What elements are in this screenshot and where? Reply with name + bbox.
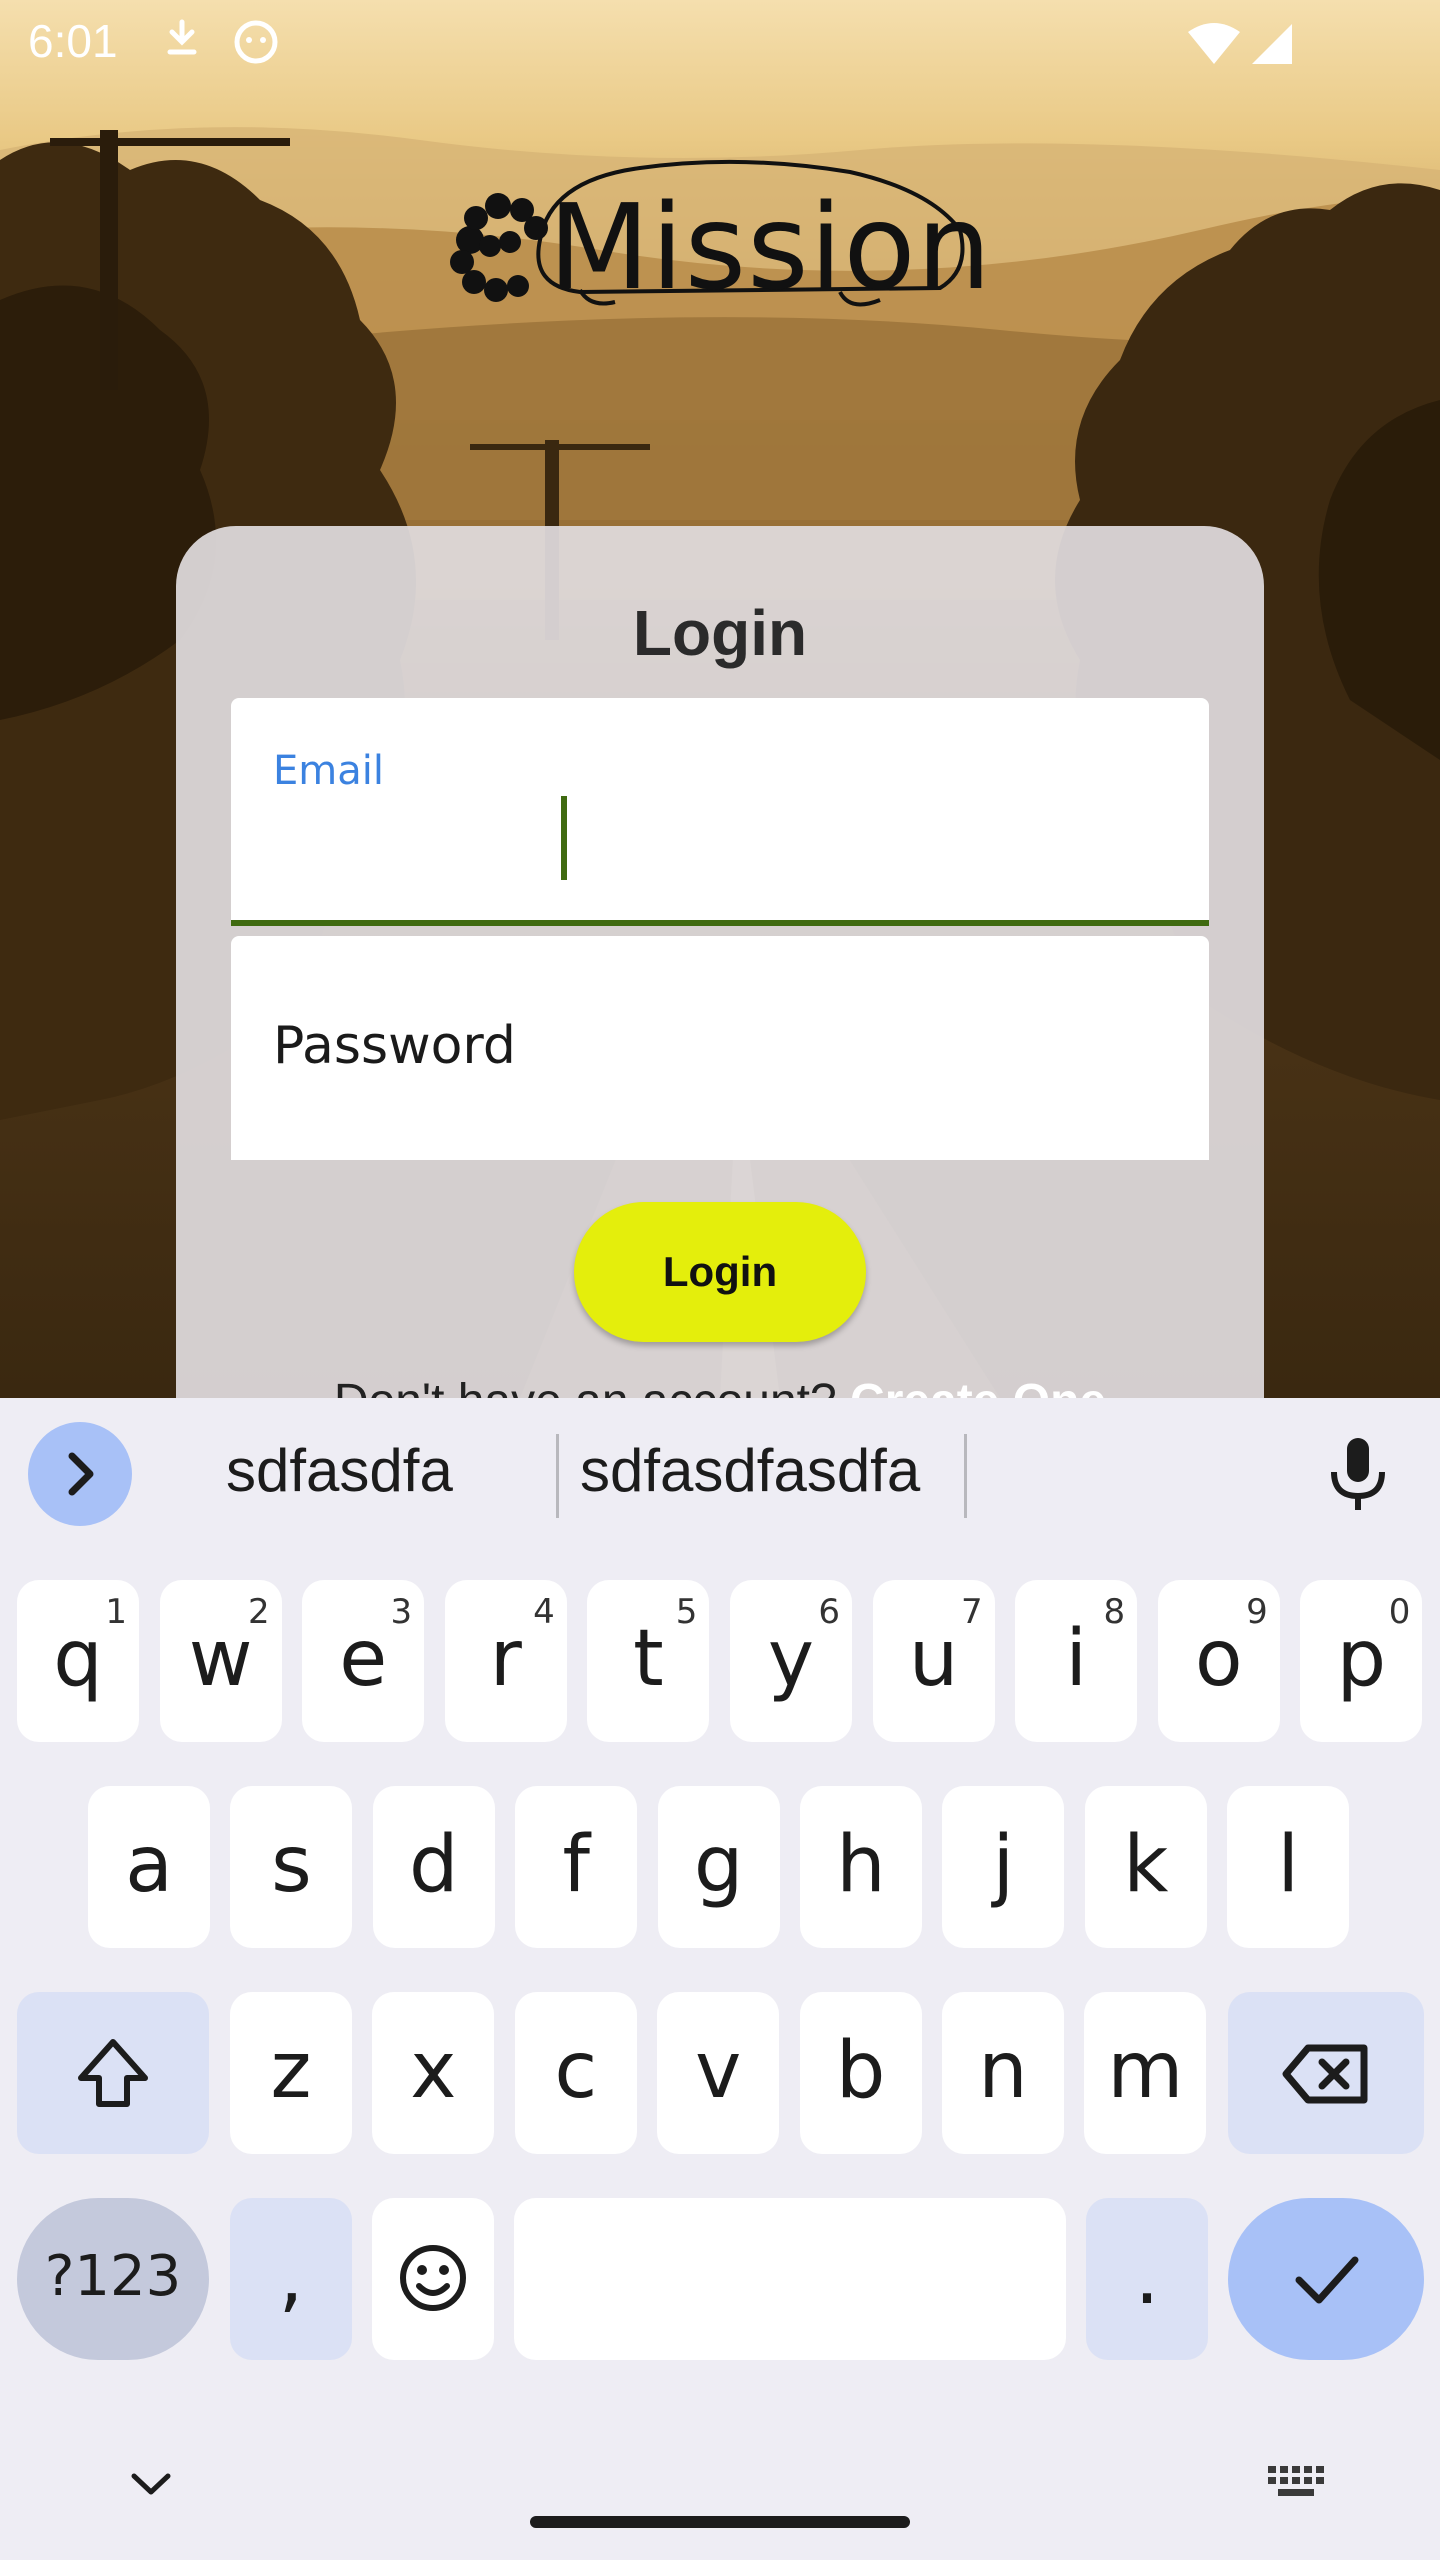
key-g[interactable]: g (657, 1786, 780, 1948)
key-hint: 2 (247, 1592, 270, 1632)
key-s[interactable]: s (230, 1786, 353, 1948)
home-indicator[interactable] (530, 2516, 910, 2528)
key-k[interactable]: k (1084, 1786, 1207, 1948)
email-label: Email (273, 748, 384, 794)
login-title: Login (632, 597, 808, 669)
suggestion-divider (556, 1434, 559, 1518)
key-label: w (188, 1614, 253, 1704)
key-label: e (339, 1614, 388, 1704)
key-c[interactable]: c (514, 1992, 637, 2154)
symbols-key[interactable]: ?123 (17, 2198, 209, 2360)
key-w[interactable]: w2 (159, 1580, 282, 1742)
key-label: p (1336, 1614, 1387, 1704)
chevron-right-icon (68, 1452, 94, 1496)
key-i[interactable]: i8 (1015, 1580, 1138, 1742)
key-l[interactable]: l (1227, 1786, 1350, 1948)
suggestion-divider (964, 1434, 967, 1518)
key-hint: 7 (960, 1592, 983, 1632)
app-logo: Mission (440, 150, 991, 320)
password-field[interactable]: Password (231, 936, 1209, 1160)
key-p[interactable]: p0 (1300, 1580, 1423, 1742)
key-m[interactable]: m (1084, 1992, 1207, 2154)
status-time: 6:01 (28, 15, 118, 67)
key-x[interactable]: x (372, 1992, 495, 2154)
key-a[interactable]: a (88, 1786, 210, 1948)
key-y[interactable]: y6 (730, 1580, 852, 1742)
backspace-icon (1282, 2044, 1368, 2104)
enter-key[interactable] (1228, 2198, 1424, 2360)
hide-keyboard-button[interactable] (126, 2464, 176, 2509)
login-card: Login Email Password Login Don't have an… (176, 526, 1264, 1526)
suggestion-2[interactable]: sdfasdfasdfa (580, 1436, 920, 1505)
suggestions-expand-button[interactable] (28, 1422, 132, 1526)
check-icon (1295, 2256, 1359, 2304)
login-button[interactable]: Login (574, 1202, 866, 1342)
emoji-key[interactable] (372, 2198, 494, 2360)
signal-icon (1250, 22, 1294, 71)
app-notification-icon (232, 18, 280, 71)
comma-key[interactable]: , (230, 2198, 352, 2360)
key-hint: 4 (533, 1592, 555, 1632)
key-hint: 8 (1103, 1592, 1126, 1632)
shift-icon (78, 2039, 148, 2107)
key-d[interactable]: d (372, 1786, 495, 1948)
key-label: q (53, 1614, 103, 1704)
key-hint: 5 (675, 1592, 698, 1632)
key-f[interactable]: f (515, 1786, 638, 1948)
notification-icon (164, 18, 200, 67)
keyboard-switch-button[interactable] (1264, 2460, 1328, 2509)
key-hint: 0 (1388, 1592, 1411, 1632)
suggestion-1[interactable]: sdfasdfa (226, 1436, 453, 1505)
key-label: o (1194, 1614, 1243, 1704)
shift-key[interactable] (17, 1992, 209, 2154)
soft-keyboard: sdfasdfa sdfasdfasdfa q1w2e3r4t5y6u7i8o9… (0, 1398, 1440, 2560)
key-j[interactable]: j (942, 1786, 1065, 1948)
key-v[interactable]: v (657, 1992, 780, 2154)
email-field[interactable]: Email (231, 698, 1209, 926)
key-label: u (908, 1614, 959, 1704)
key-hint: 9 (1246, 1592, 1268, 1632)
status-bar: 6:01 (0, 0, 1440, 84)
space-key[interactable] (514, 2198, 1066, 2360)
backspace-key[interactable] (1228, 1992, 1424, 2154)
emoji-icon (400, 2245, 466, 2311)
keyboard-icon (1268, 2466, 1324, 2496)
key-z[interactable]: z (230, 1992, 352, 2154)
key-hint: 6 (818, 1592, 840, 1632)
key-r[interactable]: r4 (444, 1580, 567, 1742)
key-u[interactable]: u7 (872, 1580, 995, 1742)
key-q[interactable]: q1 (17, 1580, 139, 1742)
key-label: t (633, 1614, 664, 1704)
key-o[interactable]: o9 (1157, 1580, 1280, 1742)
key-h[interactable]: h (800, 1786, 922, 1948)
period-key[interactable]: . (1086, 2198, 1208, 2360)
key-label: r (489, 1614, 522, 1704)
mic-icon[interactable] (1320, 1434, 1396, 1519)
key-hint: 3 (390, 1592, 413, 1632)
key-b[interactable]: b (799, 1992, 922, 2154)
key-label: y (767, 1614, 815, 1704)
key-t[interactable]: t5 (587, 1580, 710, 1742)
logo-text: Mission (548, 178, 993, 316)
key-e[interactable]: e3 (302, 1580, 425, 1742)
key-n[interactable]: n (942, 1992, 1064, 2154)
key-hint: 1 (105, 1592, 127, 1632)
chevron-down-icon (131, 2473, 171, 2495)
wifi-icon (1186, 22, 1242, 71)
text-cursor (561, 796, 567, 880)
password-placeholder: Password (273, 1016, 516, 1076)
key-label: i (1065, 1614, 1088, 1704)
